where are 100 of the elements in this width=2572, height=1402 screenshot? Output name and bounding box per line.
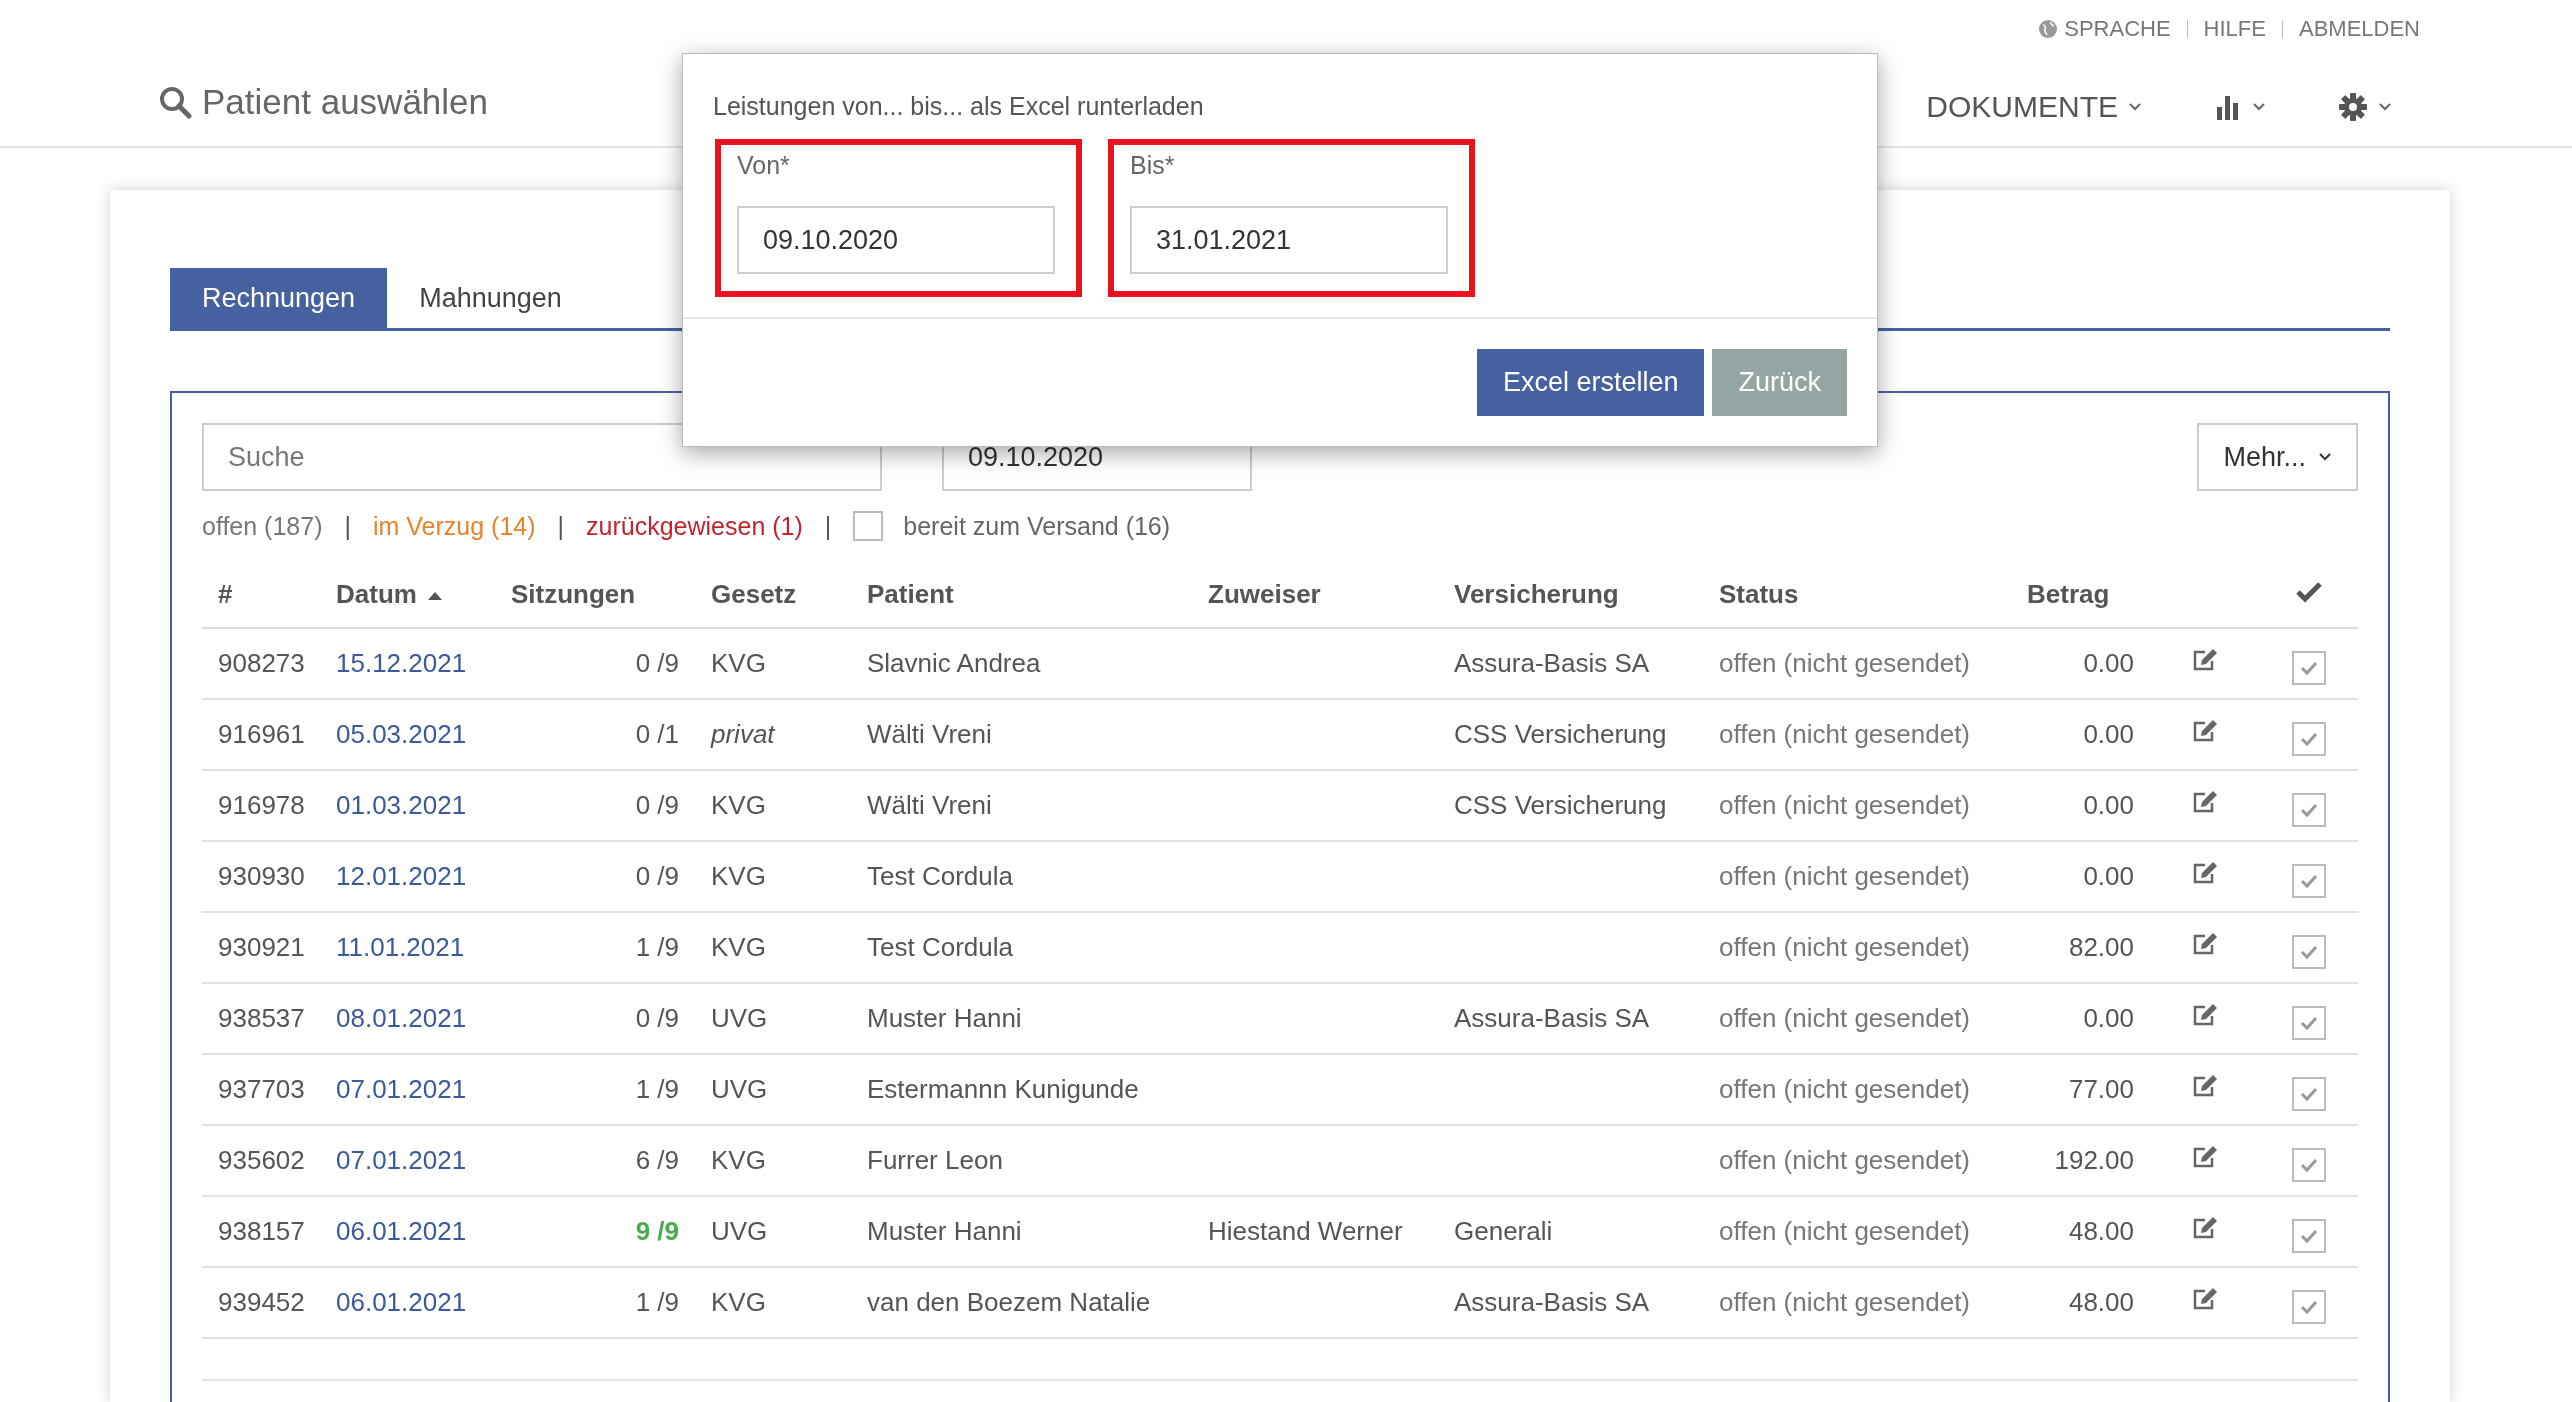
checkbox[interactable]: [2292, 1076, 2326, 1111]
status-text: offen (nicht gesendet): [1719, 1003, 1971, 1033]
search-icon: [158, 85, 192, 119]
status-text: offen (nicht gesendet): [1719, 932, 1971, 962]
column-header[interactable]: Status: [1703, 561, 1990, 628]
insurance-name: Assura-Basis SA: [1454, 648, 1650, 678]
checkbox[interactable]: [2292, 863, 2326, 898]
edit-button[interactable]: [2192, 1287, 2218, 1311]
checkbox[interactable]: [2292, 1218, 2326, 1253]
date-link[interactable]: 15.12.2021: [336, 648, 467, 678]
amount: 192.00: [2054, 1145, 2134, 1175]
column-header[interactable]: Gesetz: [695, 561, 851, 628]
column-header[interactable]: Patient: [851, 561, 1192, 628]
checkbox[interactable]: [2292, 792, 2326, 827]
invoice-number: 916978: [218, 790, 305, 820]
edit-button[interactable]: [2192, 790, 2218, 814]
date-field[interactable]: 31.01.2021: [1130, 206, 1448, 274]
patient-name: Test Cordula: [867, 932, 1013, 962]
sessions-count: 0 /9: [635, 790, 679, 820]
caret-icon: [2252, 102, 2266, 112]
column-header[interactable]: #: [202, 561, 320, 628]
amount: 0.00: [2083, 719, 2134, 749]
status-text: offen (nicht gesendet): [1719, 1287, 1971, 1317]
date-link[interactable]: 06.01.2021: [336, 1216, 467, 1246]
status-text: offen (nicht gesendet): [1719, 1074, 1971, 1104]
edit-button[interactable]: [2192, 648, 2218, 672]
caret-icon: [2378, 102, 2392, 112]
invoice-number: 930930: [218, 861, 305, 891]
tab[interactable]: Rechnungen: [170, 268, 388, 328]
law-type: UVG: [711, 1216, 768, 1246]
checkbox[interactable]: [2292, 1289, 2326, 1324]
insurance-name: CSS Versicherung: [1454, 790, 1667, 820]
status-text: offen (nicht gesendet): [1719, 861, 1971, 891]
edit-button[interactable]: [2192, 1074, 2218, 1098]
checkbox[interactable]: [2292, 721, 2326, 756]
status-text: offen (nicht gesendet): [1719, 1145, 1971, 1175]
invoice-number: 908273: [218, 648, 305, 678]
amount: 0.00: [2083, 1003, 2134, 1033]
top-link[interactable]: SPRACHE: [2038, 16, 2171, 42]
patient-name: Wälti Vreni: [867, 790, 992, 820]
sessions-count: 0 /9: [635, 648, 679, 678]
date-link[interactable]: 12.01.2021: [336, 861, 467, 891]
date-field[interactable]: 09.10.2020: [737, 206, 1055, 274]
search-field[interactable]: Suche: [202, 423, 882, 491]
date-link[interactable]: 07.01.2021: [336, 1074, 467, 1104]
date-link[interactable]: 07.01.2021: [336, 1145, 467, 1175]
column-header[interactable]: Betrag: [1990, 561, 2150, 628]
law-type: privat: [711, 719, 775, 749]
edit-button[interactable]: [2192, 719, 2218, 743]
edit-button[interactable]: [2192, 932, 2218, 956]
date-link[interactable]: 01.03.2021: [336, 790, 467, 820]
separator: |: [824, 511, 832, 541]
top-link[interactable]: ABMELDEN: [2298, 16, 2420, 42]
caret-icon: [2318, 452, 2332, 462]
separator: |: [344, 511, 351, 541]
law-type: UVG: [711, 1074, 768, 1104]
column-header[interactable]: Versicherung: [1438, 561, 1703, 628]
amount: 0.00: [2083, 790, 2134, 820]
amount: 82.00: [2068, 932, 2134, 962]
status-filter[interactable]: zurückgewiesen (1): [586, 511, 803, 541]
law-type: KVG: [711, 861, 766, 891]
top-link[interactable]: HILFE: [2203, 16, 2266, 42]
create-button[interactable]: Excel erstellen: [1476, 349, 1705, 416]
column-header[interactable]: Sitzungen: [495, 561, 695, 628]
insurance-name: CSS Versicherung: [1454, 719, 1667, 749]
settings-menu[interactable]: [2338, 92, 2392, 122]
sessions-count: 1 /9: [635, 1287, 679, 1317]
patient-name: Test Cordula: [867, 861, 1013, 891]
date-link[interactable]: 05.03.2021: [336, 719, 467, 749]
edit-button[interactable]: [2192, 1145, 2218, 1169]
checkbox[interactable]: [2292, 650, 2326, 685]
edit-button[interactable]: [2192, 1003, 2218, 1027]
globe-icon: [2038, 19, 2059, 39]
column-header[interactable]: Zuweiser: [1192, 561, 1438, 628]
status-text: offen (nicht gesendet): [1719, 648, 1971, 678]
edit-button[interactable]: [2192, 1216, 2218, 1240]
invoice-number: 935602: [218, 1145, 305, 1175]
status-text: offen (nicht gesendet): [1719, 719, 1971, 749]
date-link[interactable]: 11.01.2021: [336, 932, 465, 962]
amount: 48.00: [2068, 1216, 2134, 1246]
checkbox[interactable]: [2292, 1005, 2326, 1040]
more-button[interactable]: Mehr...: [2197, 423, 2358, 491]
patient-search-link[interactable]: Patient auswählen: [202, 82, 489, 122]
patient-name: Muster Hanni: [867, 1216, 1022, 1246]
law-type: KVG: [711, 1287, 766, 1317]
nav-menu[interactable]: DOKUMENTE: [1926, 90, 2142, 124]
tab[interactable]: Mahnungen: [387, 268, 594, 328]
date-link[interactable]: 06.01.2021: [336, 1287, 467, 1317]
column-header[interactable]: Datum: [320, 561, 495, 628]
sessions-count: 0 /9: [635, 1003, 679, 1033]
status-text: offen (nicht gesendet): [1719, 790, 1971, 820]
sort-ascending-icon: [426, 590, 443, 601]
checkbox[interactable]: [2292, 1147, 2326, 1182]
edit-button[interactable]: [2192, 861, 2218, 885]
checkbox[interactable]: [2292, 934, 2326, 969]
date-link[interactable]: 08.01.2021: [336, 1003, 467, 1033]
checkbox[interactable]: [853, 511, 884, 541]
status-filter[interactable]: offen (187): [202, 511, 323, 541]
chart-menu[interactable]: [2214, 93, 2266, 121]
amount: 0.00: [2083, 861, 2134, 891]
